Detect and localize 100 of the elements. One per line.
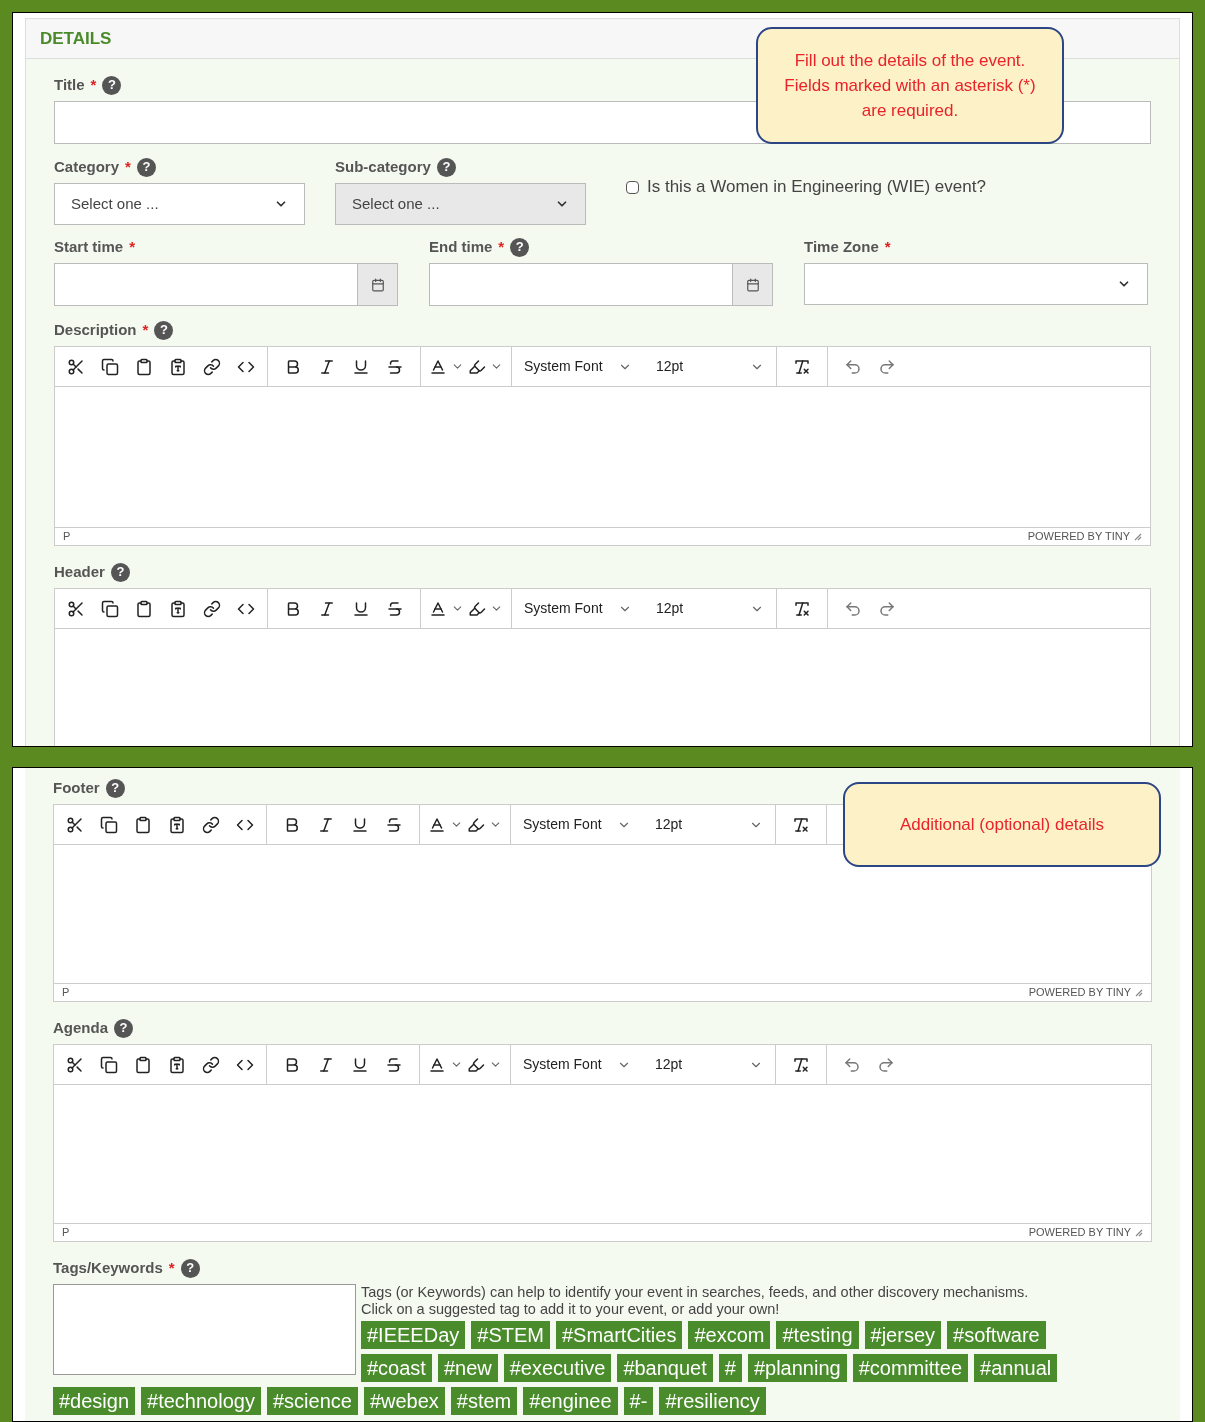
field-label: Time Zone (804, 236, 879, 257)
element-path: P (63, 529, 71, 545)
font-size-dropdown[interactable]: 12pt (643, 814, 775, 835)
clipboard-text-icon (169, 357, 187, 376)
text-color-icon (429, 357, 447, 376)
branding-link[interactable]: POWERED BY TINY (1027, 528, 1130, 545)
tag-chip[interactable]: #software (947, 1321, 1046, 1349)
tag-chip[interactable]: #STEM (471, 1321, 550, 1349)
italic-icon (317, 1055, 335, 1074)
category-select[interactable]: Select one ... (54, 183, 305, 225)
required-asterisk: * (125, 156, 131, 177)
tag-chip[interactable]: # (718, 1354, 742, 1382)
field-label: Sub-category (335, 156, 431, 177)
tag-chip[interactable]: #executive (503, 1354, 612, 1382)
help-icon[interactable]: ? (154, 320, 174, 340)
calendar-button[interactable] (358, 263, 398, 306)
tag-chip[interactable]: #design (53, 1387, 136, 1415)
undo-icon (844, 357, 862, 376)
help-icon[interactable]: ? (510, 237, 530, 257)
font-family-dropdown[interactable]: System Font (512, 598, 644, 619)
field-label: Footer (53, 777, 100, 798)
tag-chip[interactable]: #jersey (864, 1321, 941, 1349)
tag-chip[interactable]: #banquet (617, 1354, 713, 1382)
help-icon[interactable]: ? (105, 778, 125, 798)
highlighter-icon (468, 599, 486, 618)
tag-chip[interactable]: #coast (361, 1354, 432, 1382)
callout-tooltip: Additional (optional) details (843, 782, 1161, 867)
help-icon[interactable]: ? (180, 1258, 200, 1278)
link-icon (202, 1055, 220, 1074)
required-asterisk: * (498, 236, 505, 257)
calendar-button[interactable] (733, 263, 773, 306)
strikethrough-icon (386, 599, 404, 618)
calendar-icon (745, 277, 760, 292)
help-icon[interactable]: ? (110, 562, 130, 582)
font-family-dropdown[interactable]: System Font (511, 814, 643, 835)
tag-chip[interactable]: #testing (776, 1321, 859, 1349)
tag-chip[interactable]: #excom (688, 1321, 771, 1349)
italic-icon (318, 599, 336, 618)
tag-chip[interactable]: #webex (363, 1387, 445, 1415)
field-label: Tags/Keywords (53, 1257, 163, 1278)
text-color-icon (429, 599, 447, 618)
link-icon (203, 599, 221, 618)
field-label: Start time (54, 236, 124, 257)
end-time-input[interactable] (429, 263, 733, 306)
tag-chip[interactable]: #annual (974, 1354, 1058, 1382)
resize-handle-icon[interactable] (1135, 988, 1143, 997)
font-size-dropdown[interactable]: 12pt (644, 598, 776, 619)
redo-icon (877, 1055, 895, 1074)
text-color-icon (428, 1055, 446, 1074)
copy-icon (100, 1055, 118, 1074)
clipboard-text-icon (169, 599, 187, 618)
scissors-icon (66, 815, 84, 834)
start-time-input[interactable] (54, 263, 358, 306)
font-family-dropdown[interactable]: System Font (511, 1054, 643, 1075)
tag-chip[interactable]: #SmartCities (555, 1321, 683, 1349)
resize-handle-icon[interactable] (1134, 532, 1142, 541)
element-path: P (62, 1225, 70, 1241)
tag-chip[interactable]: #IEEEDay (361, 1321, 466, 1349)
copy-icon (101, 357, 119, 376)
tag-chip[interactable]: #enginee (523, 1387, 618, 1415)
font-size-dropdown[interactable]: 12pt (643, 1054, 775, 1075)
highlighter-icon (467, 1055, 485, 1074)
text-color-icon (428, 815, 446, 834)
strikethrough-icon (386, 357, 404, 376)
checkbox[interactable] (626, 180, 639, 194)
copy-icon (101, 599, 119, 618)
italic-icon (317, 815, 335, 834)
undo-icon (844, 599, 862, 618)
clipboard-text-icon (168, 1055, 186, 1074)
tag-chip[interactable]: #stem (450, 1387, 518, 1415)
underline-icon (352, 357, 370, 376)
underline-icon (351, 815, 369, 834)
required-asterisk: * (129, 236, 136, 257)
branding-link[interactable]: POWERED BY TINY (1028, 1224, 1131, 1241)
help-icon[interactable]: ? (136, 157, 156, 177)
checkbox-label: Is this a Women in Engineering (WIE) event? (647, 176, 986, 199)
help-text: Click on a suggested tag to add it to your event, or add your own! (360, 1301, 781, 1318)
tag-chip[interactable]: #new (437, 1354, 498, 1382)
tag-chip[interactable]: #- (623, 1387, 654, 1415)
tags-textarea[interactable] (53, 1284, 356, 1375)
tag-chip[interactable]: #science (266, 1387, 358, 1415)
strikethrough-icon (385, 1055, 403, 1074)
underline-icon (352, 599, 370, 618)
font-size-dropdown[interactable]: 12pt (644, 356, 776, 377)
tag-chip[interactable]: #technology (141, 1387, 261, 1415)
branding-link[interactable]: POWERED BY TINY (1028, 984, 1131, 1001)
copy-icon (100, 815, 118, 834)
tag-chip[interactable]: #committee (852, 1354, 969, 1382)
clipboard-icon (135, 599, 153, 618)
highlighter-icon (467, 815, 485, 834)
tag-chip[interactable]: #resiliency (659, 1387, 766, 1415)
calendar-icon (370, 277, 385, 292)
help-icon[interactable]: ? (102, 75, 122, 95)
font-family-dropdown[interactable]: System Font (512, 356, 644, 377)
required-asterisk: * (168, 1257, 175, 1278)
resize-handle-icon[interactable] (1135, 1228, 1143, 1237)
tag-chip[interactable]: #planning (747, 1354, 847, 1382)
help-text: Tags (or Keywords) can help to identify your event in searches, feeds, and other discovery mechanisms. (360, 1284, 1030, 1301)
help-icon[interactable]: ? (114, 1018, 133, 1038)
clear-formatting-icon (792, 815, 810, 834)
